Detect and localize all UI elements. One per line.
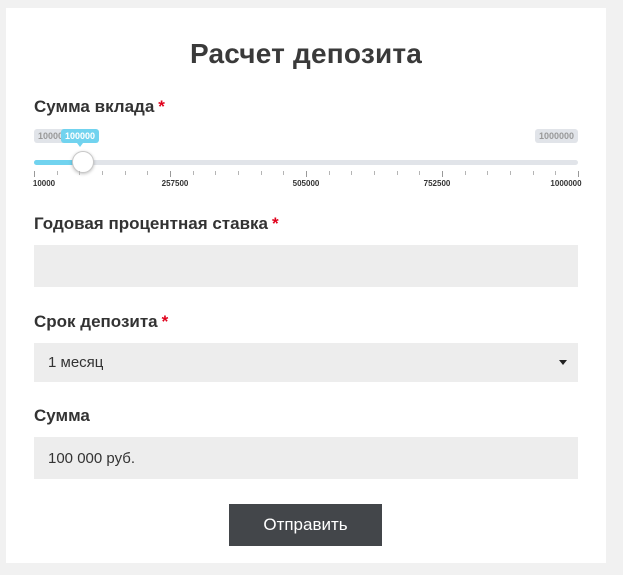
slider-tick bbox=[578, 171, 579, 177]
slider-tick bbox=[533, 171, 534, 175]
tick-label: 505000 bbox=[292, 179, 320, 188]
slider-tick bbox=[261, 171, 262, 175]
slider-current-badge: 100000 bbox=[61, 129, 100, 147]
slider-tick bbox=[34, 171, 35, 177]
amount-slider-track[interactable] bbox=[34, 160, 578, 165]
slider-tick bbox=[283, 171, 284, 175]
required-marker: * bbox=[272, 214, 279, 233]
required-marker: * bbox=[161, 312, 169, 331]
slider-tick bbox=[374, 171, 375, 175]
slider-tick bbox=[465, 171, 466, 175]
tick-label: 257500 bbox=[161, 179, 189, 188]
tick-label: 752500 bbox=[423, 179, 451, 188]
slider-tick bbox=[397, 171, 398, 175]
slider-tick bbox=[125, 171, 126, 175]
amount-label: Сумма вклада * bbox=[34, 97, 165, 117]
tick-label: 1000000 bbox=[550, 179, 582, 188]
term-selected-value: 1 месяц bbox=[48, 354, 104, 371]
rate-label-text: Годовая процентная ставка bbox=[34, 214, 268, 233]
slider-tick bbox=[170, 171, 171, 177]
slider-tick bbox=[351, 171, 352, 175]
total-field[interactable] bbox=[34, 437, 578, 479]
slider-tick bbox=[79, 171, 80, 175]
amount-label-text: Сумма вклада bbox=[34, 97, 155, 116]
tick-label: 10000 bbox=[32, 179, 56, 188]
deposit-form-card: Расчет депозита Сумма вклада * 10000 1000… bbox=[6, 8, 606, 563]
page-title: Расчет депозита bbox=[189, 38, 423, 69]
slider-tick bbox=[329, 171, 330, 175]
slider-tick bbox=[487, 171, 488, 175]
slider-tick bbox=[238, 171, 239, 175]
slider-tick bbox=[442, 171, 443, 177]
chevron-down-icon bbox=[559, 360, 567, 365]
term-label-text: Срок депозита bbox=[34, 312, 158, 331]
total-label: Сумма bbox=[34, 406, 90, 425]
term-select[interactable]: 1 месяц bbox=[34, 343, 578, 382]
slider-tick bbox=[510, 171, 511, 175]
slider-tick bbox=[102, 171, 103, 175]
amount-slider-handle[interactable] bbox=[72, 151, 94, 173]
slider-tick bbox=[419, 171, 420, 175]
required-marker: * bbox=[158, 97, 165, 116]
submit-button[interactable]: Отправить bbox=[229, 504, 382, 546]
slider-tick bbox=[215, 171, 216, 175]
slider-tick bbox=[306, 171, 307, 177]
slider-tick bbox=[57, 171, 58, 175]
slider-tick bbox=[147, 171, 148, 175]
term-label: Срок депозита * bbox=[34, 312, 168, 332]
slider-tick bbox=[555, 171, 556, 175]
slider-tick bbox=[193, 171, 194, 175]
rate-input[interactable] bbox=[34, 245, 578, 287]
rate-label: Годовая процентная ставка * bbox=[34, 214, 279, 234]
slider-max-badge: 1000000 bbox=[534, 129, 578, 143]
